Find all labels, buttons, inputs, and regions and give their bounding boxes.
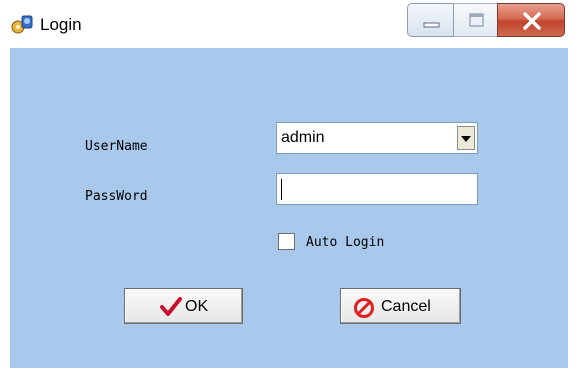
ok-button[interactable]: OK [124, 288, 243, 324]
text-caret [281, 179, 282, 200]
close-button[interactable] [497, 3, 565, 37]
checkmark-icon [160, 297, 182, 316]
cancel-label: Cancel [381, 298, 431, 315]
close-icon [523, 12, 541, 30]
dropdown-button[interactable] [457, 126, 475, 150]
username-selected-value: admin [281, 129, 325, 146]
prohibited-icon [354, 298, 374, 318]
auto-login-label[interactable]: Auto Login [306, 235, 384, 250]
chevron-down-icon [461, 136, 471, 142]
username-combobox[interactable]: admin [276, 122, 478, 154]
ok-label: OK [185, 298, 209, 315]
cancel-button[interactable]: Cancel [340, 288, 461, 324]
dialog-client-area [10, 48, 568, 368]
password-label: PassWord [85, 189, 148, 204]
password-field[interactable] [276, 173, 478, 205]
minimize-button[interactable] [407, 3, 454, 37]
login-window: Login UserName admin PassWord Auto Login… [0, 0, 578, 376]
auto-login-checkbox[interactable] [278, 233, 295, 250]
window-title: Login [40, 15, 82, 34]
app-key-icon [11, 15, 33, 34]
title-bar[interactable]: Login [0, 0, 578, 48]
username-label: UserName [85, 139, 148, 154]
minimize-icon [423, 22, 440, 28]
maximize-icon [469, 13, 484, 27]
maximize-button[interactable] [453, 3, 498, 37]
